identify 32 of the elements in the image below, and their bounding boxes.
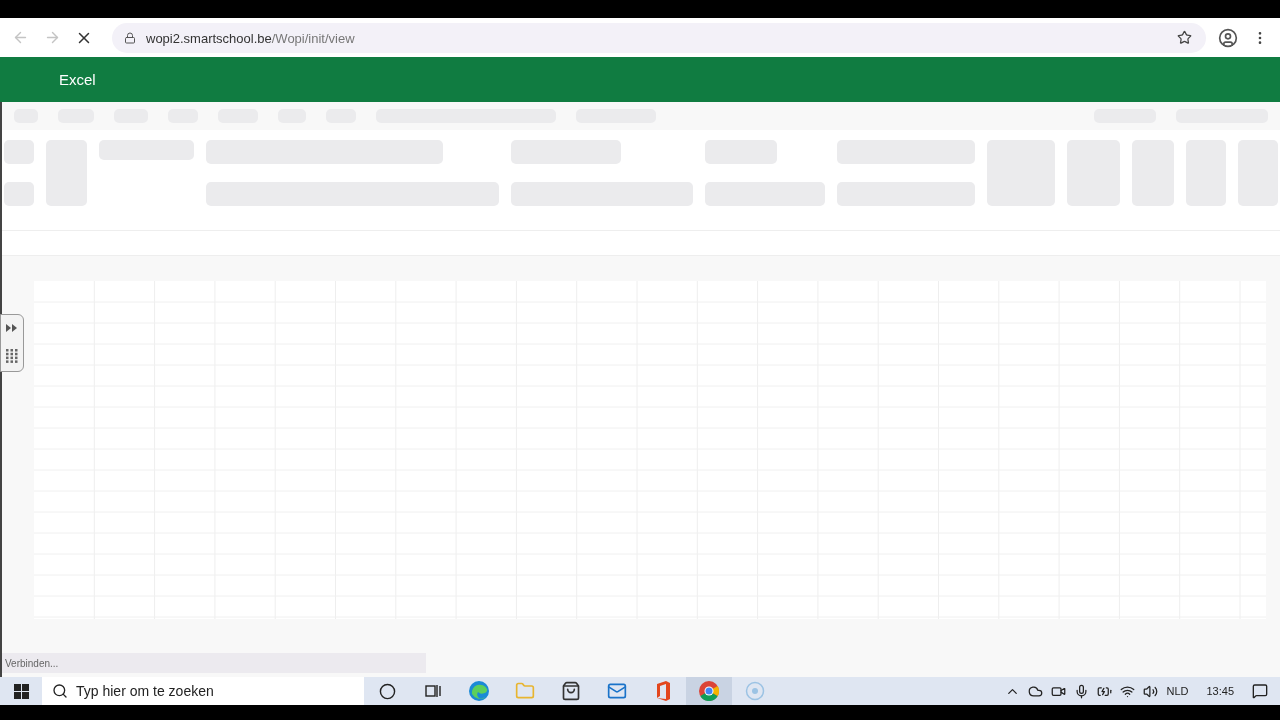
browser-wave-icon (468, 680, 490, 702)
app-title: Excel (59, 71, 96, 88)
volume-icon (1143, 683, 1159, 699)
language-indicator[interactable]: NLD (1166, 685, 1189, 697)
office-icon (655, 681, 671, 701)
star-icon (1176, 30, 1192, 45)
microphone-icon (1074, 683, 1090, 699)
mail-icon (607, 681, 627, 701)
status-text: Verbinden... (5, 657, 59, 669)
side-panel-handle[interactable] (0, 314, 24, 372)
windows-icon (13, 683, 29, 699)
task-view-icon (425, 683, 441, 699)
ring-icon (745, 681, 765, 701)
browser-logo-icon (699, 681, 719, 701)
search-icon (52, 683, 68, 699)
expand-icon (6, 323, 18, 332)
url-path: /Wopi/init/view (271, 30, 355, 46)
cloud-icon (1028, 683, 1044, 699)
profile-icon (1218, 26, 1238, 49)
lock-icon (124, 31, 136, 44)
keypad-icon (6, 348, 18, 363)
folder-icon (515, 681, 535, 701)
clock[interactable]: 13:45 (1206, 683, 1234, 697)
wifi-icon (1120, 683, 1136, 699)
url-host: wopi2.smartschool.be (146, 30, 272, 46)
shopping-bag-icon (561, 681, 581, 701)
address-bar[interactable]: wopi2.smartschool.be/Wopi/init/view (112, 22, 1206, 53)
profile-button[interactable] (1218, 27, 1238, 48)
notifications-icon (1252, 683, 1268, 699)
taskbar-search-field[interactable]: Typ hier om te zoeken (42, 677, 364, 705)
search-placeholder: Typ hier om te zoeken (76, 683, 214, 699)
circle-icon (378, 682, 396, 700)
